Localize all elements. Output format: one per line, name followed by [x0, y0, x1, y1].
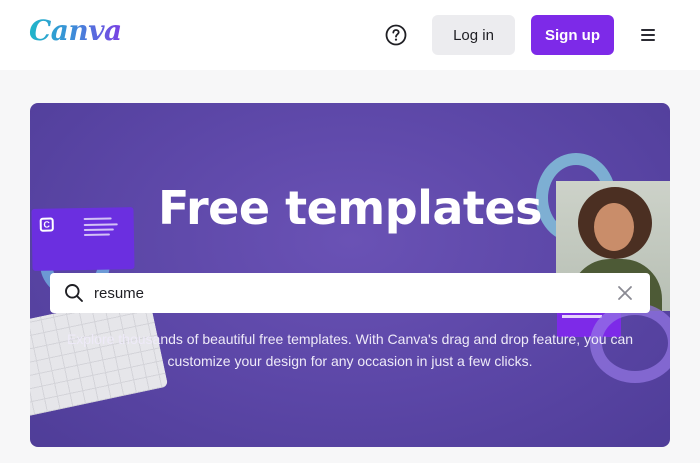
login-button[interactable]: Log in — [432, 15, 515, 55]
hero-description: Explore thousands of beautiful free temp… — [66, 331, 634, 369]
help-button[interactable] — [384, 23, 408, 47]
hero-banner: C Free templates Explore thousands of be… — [30, 103, 670, 447]
close-icon[interactable] — [616, 284, 634, 302]
template-search-box[interactable] — [50, 273, 650, 313]
hamburger-menu-icon[interactable] — [641, 28, 657, 43]
question-circle-icon — [385, 24, 407, 46]
signup-button[interactable]: Sign up — [531, 15, 614, 55]
search-icon[interactable] — [64, 283, 84, 303]
search-input[interactable] — [94, 279, 604, 307]
hero-title: Free templates — [158, 181, 543, 235]
canva-logo[interactable]: Canva — [29, 14, 122, 47]
top-navbar: Canva Log in Sign up — [0, 0, 700, 70]
